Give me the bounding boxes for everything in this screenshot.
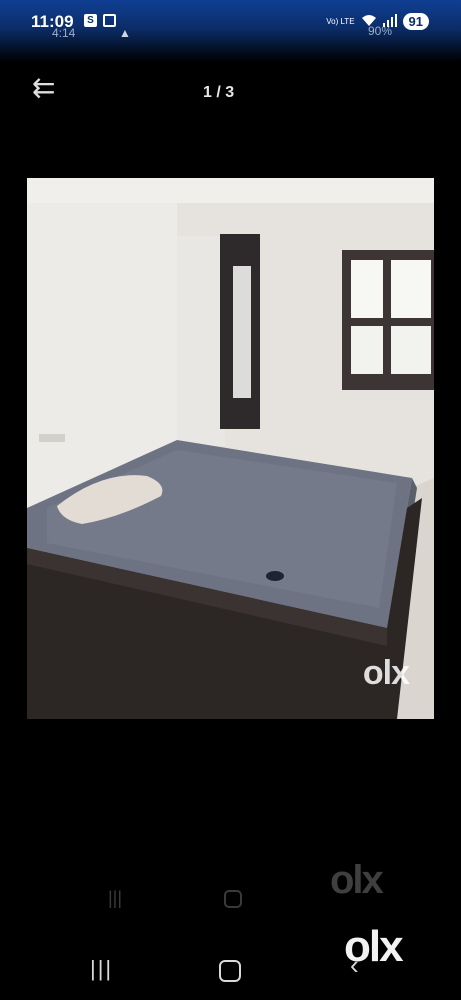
listing-photo[interactable]: olx (27, 178, 434, 719)
room-photo-illustration (27, 178, 434, 719)
ghost-recent-icon: ||| (108, 888, 123, 908)
warning-icon: ▲ (119, 26, 131, 40)
ghost-navigation: ||| (0, 880, 461, 920)
status-bar: 11:09 4:14 S ▲ 90% Vo) LTE 91 (0, 0, 461, 62)
volte-icon: Vo) LTE (326, 16, 355, 26)
status-icons: Vo) LTE 91 (326, 13, 429, 30)
back-arrow-icon[interactable]: ⇇ (32, 74, 55, 102)
image-counter: 1 / 3 (203, 84, 235, 101)
navigation-bar: ||| ‹ (0, 948, 461, 994)
signal-icon (382, 13, 397, 30)
ghost-status-time: 4:14 (52, 26, 76, 40)
back-button[interactable]: ‹ (350, 950, 359, 981)
olx-watermark: olx (362, 654, 410, 692)
home-button[interactable] (219, 960, 241, 982)
battery-badge: 91 (402, 13, 429, 30)
s-app-icon: S (84, 14, 97, 27)
recent-apps-button[interactable]: ||| (90, 956, 113, 982)
ghost-home-icon (224, 890, 242, 908)
screenshot-icon (103, 14, 116, 27)
wifi-icon (361, 14, 377, 30)
